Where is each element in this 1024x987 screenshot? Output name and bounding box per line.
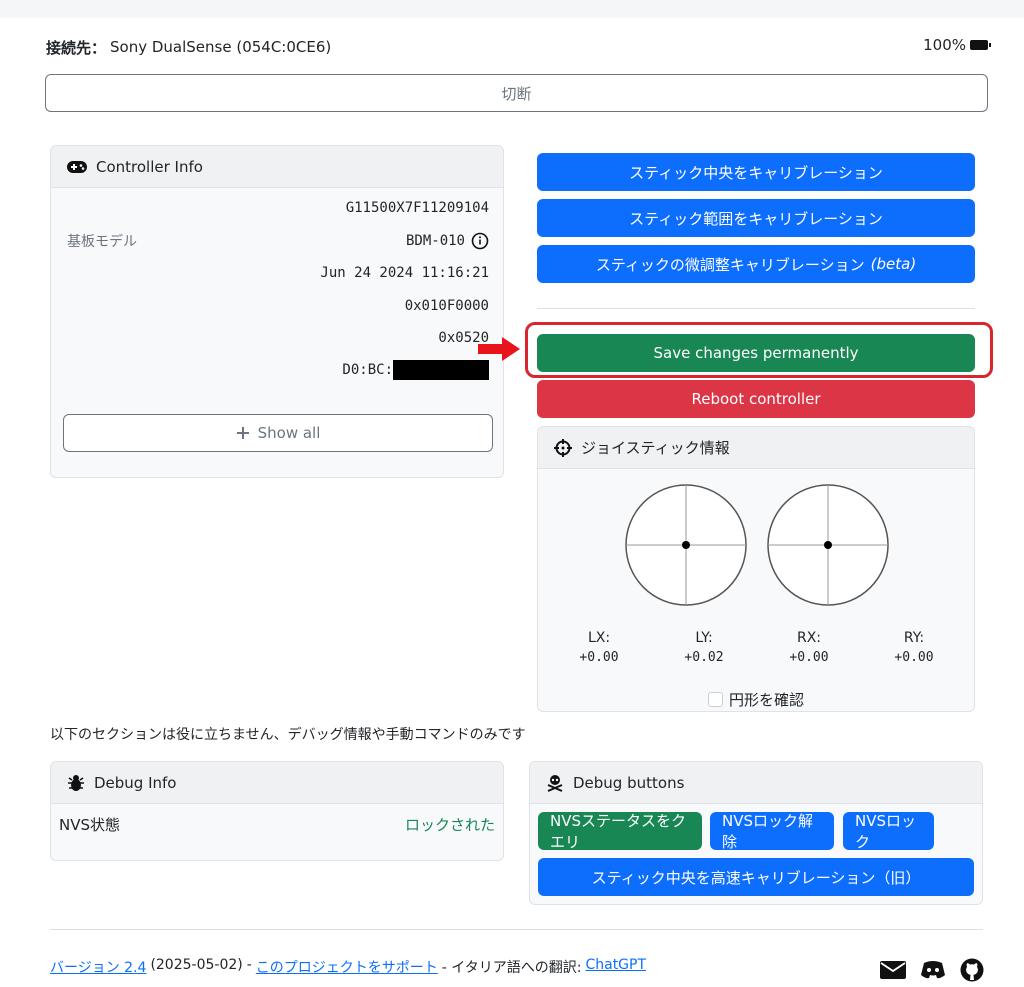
show-all-button[interactable]: Show all (63, 414, 493, 452)
disconnect-button[interactable]: 切断 (45, 74, 988, 112)
discord-icon[interactable] (920, 960, 946, 980)
calibrate-fine-button[interactable]: スティックの微調整キャリブレーション (beta) (537, 245, 975, 283)
joystick-info-card: ジョイスティック情報 LX: +0.00 LY: +0.02 RX: +0.00… (537, 426, 975, 712)
top-strip (0, 0, 1024, 18)
debug-buttons-title: Debug buttons (573, 773, 685, 792)
battery-status: 100% (923, 36, 991, 54)
reboot-controller-button[interactable]: Reboot controller (537, 380, 975, 418)
axis-rx: RX: +0.00 (779, 630, 839, 665)
footer-icons (880, 958, 984, 982)
calibrate-range-button[interactable]: スティック範囲をキャリブレーション (537, 199, 975, 237)
translator-link[interactable]: ChatGPT (585, 957, 646, 977)
battery-full-icon (970, 40, 991, 50)
mac-value-group: D0:BC: (342, 360, 489, 380)
circle-check-toggle[interactable]: 円形を確認 (708, 689, 804, 710)
debug-note: 以下のセクションは役に立ちません、デバッグ情報や手動コマンドのみです (50, 727, 526, 743)
debug-buttons-header: Debug buttons (530, 762, 982, 804)
calibrate-fine-label: スティックの微調整キャリブレーション (595, 255, 865, 274)
left-stick-visualizer (625, 484, 747, 606)
github-icon[interactable] (960, 958, 984, 982)
connected-device: Sony DualSense (054C:0CE6) (110, 38, 332, 56)
circle-check-checkbox[interactable] (708, 692, 723, 707)
board-model-value-group: BDM-010 (406, 232, 489, 250)
calibrate-center-button[interactable]: スティック中央をキャリブレーション (537, 153, 975, 191)
info-row-hw-version: 0x0520 (51, 324, 503, 352)
axis-ly-value: +0.02 (684, 650, 724, 665)
controller-info-title: Controller Info (96, 157, 203, 176)
beta-tag: (beta) (870, 255, 917, 273)
build-date-value: Jun 24 2024 11:16:21 (320, 265, 489, 281)
annotation-arrow-icon (478, 337, 520, 361)
serial-value: G11500X7F11209104 (345, 200, 489, 216)
skull-crossbones-icon (547, 774, 563, 792)
support-link[interactable]: このプロジェクトをサポート (256, 957, 438, 977)
gamepad-icon (67, 160, 87, 173)
axis-ly: LY: +0.02 (674, 630, 734, 665)
debug-info-header: Debug Info (51, 762, 503, 804)
version-link[interactable]: バージョン 2.4 (50, 957, 146, 977)
right-stick-visualizer (767, 484, 889, 606)
axis-lx-label: LX: (587, 630, 611, 646)
section-divider (537, 308, 975, 309)
info-row-board-model: 基板モデル BDM-010 (51, 227, 503, 255)
board-model-value: BDM-010 (405, 233, 465, 249)
bug-icon (68, 774, 84, 791)
axis-rx-value: +0.00 (789, 650, 829, 665)
axis-lx: LX: +0.00 (569, 630, 629, 665)
connection-label: 接続先： (46, 38, 107, 57)
nvs-lock-button[interactable]: NVSロック (843, 812, 934, 851)
release-date: (2025-05-02) (150, 957, 243, 973)
debug-info-title: Debug Info (94, 773, 177, 792)
debug-buttons-card: Debug buttons NVSステータスをクエリ NVSロック解除 NVSロ… (529, 761, 983, 905)
nvs-status-row: NVS状態 ロックされた (59, 814, 495, 835)
show-all-label: Show all (257, 424, 321, 442)
info-row-build-date: Jun 24 2024 11:16:21 (51, 259, 503, 287)
connection-status: 接続先： Sony DualSense (054C:0CE6) 100% (46, 36, 991, 58)
nvs-status-value: ロックされた (404, 816, 495, 834)
debug-info-card: Debug Info NVS状態 ロックされた (50, 761, 504, 861)
nvs-status-label: NVS状態 (59, 816, 121, 834)
controller-info-header: Controller Info (51, 146, 503, 188)
crosshair-icon (554, 438, 572, 457)
nvs-unlock-button[interactable]: NVSロック解除 (710, 812, 834, 851)
firmware-value: 0x010F0000 (404, 298, 489, 314)
battery-level: 100% (923, 36, 966, 54)
plus-icon (236, 427, 249, 439)
axis-rx-label: RX: (796, 630, 822, 646)
mac-value: D0:BC: (342, 362, 393, 378)
circle-check-label: 円形を確認 (729, 691, 805, 709)
footer-separator: - (246, 957, 252, 973)
footer: バージョン 2.4 (2025-05-02) - このプロジェクトをサポート -… (50, 957, 646, 977)
board-model-label: 基板モデル (67, 234, 137, 250)
axis-ry-label: RY: (903, 630, 925, 646)
axis-ry: RY: +0.00 (884, 630, 944, 665)
axis-ry-value: +0.00 (894, 650, 934, 665)
axis-ly-label: LY: (695, 630, 713, 646)
info-row-mac: D0:BC: (51, 356, 503, 384)
fast-center-calibration-button[interactable]: スティック中央を高速キャリブレーション（旧） (538, 858, 974, 896)
info-circle-icon[interactable] (471, 232, 489, 250)
joystick-info-header: ジョイスティック情報 (538, 427, 974, 469)
info-row-serial: G11500X7F11209104 (51, 194, 503, 222)
translation-credit: - イタリア語への翻訳: (441, 960, 582, 976)
redaction-bar (393, 360, 489, 380)
joystick-info-title: ジョイスティック情報 (581, 439, 730, 457)
controller-info-card: Controller Info G11500X7F11209104 基板モデル … (50, 145, 504, 478)
info-row-firmware: 0x010F0000 (51, 292, 503, 320)
save-changes-button[interactable]: Save changes permanently (537, 334, 975, 372)
footer-divider (50, 929, 983, 930)
axis-lx-value: +0.00 (579, 650, 619, 665)
nvs-query-button[interactable]: NVSステータスをクエリ (538, 812, 702, 851)
mail-icon[interactable] (880, 960, 906, 980)
